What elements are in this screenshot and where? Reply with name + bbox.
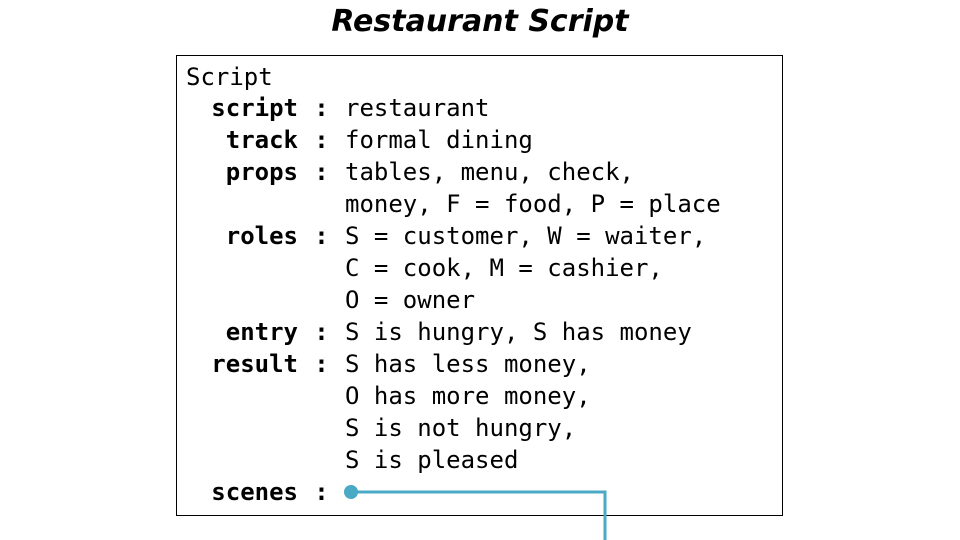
slot-key-roles: roles: [225, 222, 298, 250]
slot-colon: :: [314, 222, 329, 250]
slot-row-script: script : restaurant: [176, 92, 776, 124]
slot-row-roles: roles : S = customer, W = waiter, C = co…: [176, 220, 776, 316]
slot-values-entry: S is hungry, S has money: [345, 316, 692, 348]
slot-values-roles: S = customer, W = waiter, C = cook, M = …: [345, 220, 706, 316]
slot-colon: :: [314, 126, 329, 154]
slot-value-line: S has less money,: [345, 350, 591, 378]
slot-value-line: formal dining: [345, 126, 533, 154]
slot-key-script: script: [211, 94, 298, 122]
slot-value-line: S is hungry, S has money: [345, 318, 692, 346]
slot-row-entry: entry : S is hungry, S has money: [176, 316, 776, 348]
slot-value-line: money, F = food, P = place: [345, 190, 721, 218]
slot-value-line: S is pleased: [345, 446, 519, 474]
slot-colon: :: [314, 318, 329, 346]
slot-values-result: S has less money, O has more money, S is…: [345, 348, 591, 476]
slot-row-props: props : tables, menu, check, money, F = …: [176, 156, 776, 220]
slot-colon: :: [314, 94, 329, 122]
slot-value-line: S = customer, W = waiter,: [345, 222, 707, 250]
slot-key-scenes: scenes: [211, 478, 298, 506]
slide-title: Restaurant Script: [331, 4, 629, 39]
slot-value-line: O has more money,: [345, 382, 591, 410]
slot-value-line: O = owner: [345, 286, 476, 314]
slot-value-line: restaurant: [345, 94, 490, 122]
slot-list: script : restaurant track : formal dinin…: [176, 92, 776, 508]
slot-key-props: props: [225, 158, 298, 186]
slot-values-props: tables, menu, check, money, F = food, P …: [345, 156, 721, 220]
slot-colon: :: [314, 158, 329, 186]
slot-value-line: S is not hungry,: [345, 414, 577, 442]
slot-row-result: result : S has less money, O has more mo…: [176, 348, 776, 476]
slot-key-entry: entry: [225, 318, 298, 346]
slot-values-script: restaurant: [345, 92, 490, 124]
slot-colon: :: [314, 478, 329, 506]
script-caption: Script: [186, 63, 273, 91]
slot-key-result: result: [211, 350, 298, 378]
slot-colon: :: [314, 350, 329, 378]
slot-row-track: track : formal dining: [176, 124, 776, 156]
slot-row-scenes: scenes :: [176, 476, 776, 508]
slot-value-line: C = cook, M = cashier,: [345, 254, 663, 282]
slot-values-track: formal dining: [345, 124, 533, 156]
slot-key-track: track: [225, 126, 298, 154]
slot-value-line: tables, menu, check,: [345, 158, 634, 186]
slide: Restaurant Script Script script : restau…: [0, 0, 960, 540]
